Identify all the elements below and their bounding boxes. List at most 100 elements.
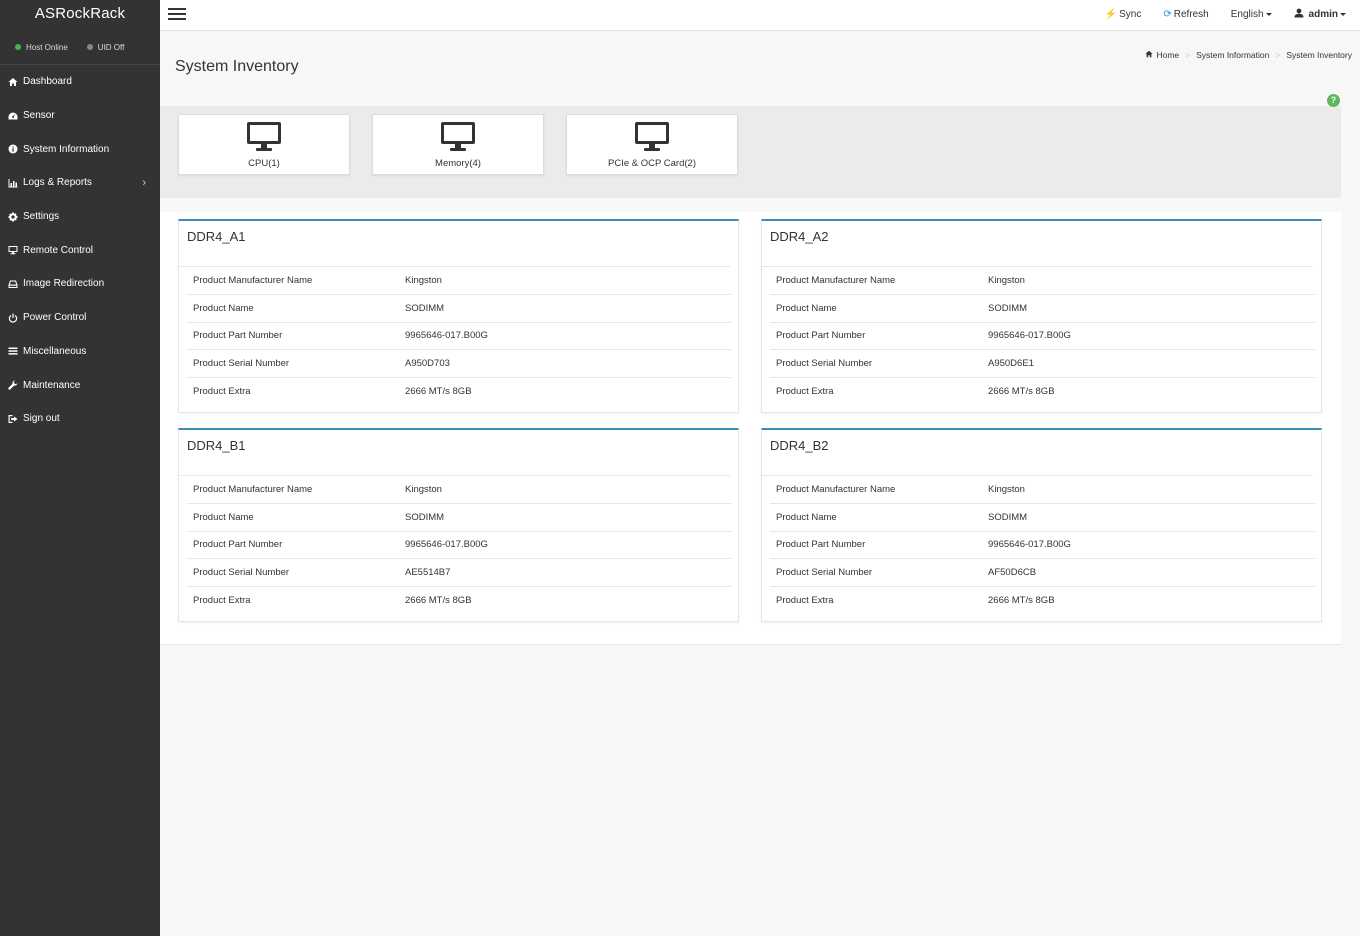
table-row: Product Name SODIMM <box>187 294 732 323</box>
table-row: Product Part Number 9965646-017.B00G <box>770 322 1315 351</box>
table-row: Product Extra 2666 MT/s 8GB <box>770 377 1315 405</box>
breadcrumb-system-information[interactable]: System Information <box>1196 50 1269 60</box>
host-status-dot-icon <box>15 44 21 50</box>
sidebar-item-miscellaneous[interactable]: Miscellaneous <box>0 335 160 369</box>
tile-cpu[interactable]: CPU(1) <box>178 114 350 175</box>
monitor-icon <box>179 121 349 156</box>
row-value: 9965646-017.B00G <box>405 322 732 351</box>
panel-title: DDR4_B2 <box>762 430 1313 476</box>
refresh-button[interactable]: ⟳ Refresh <box>1163 9 1208 20</box>
wrench-icon <box>7 379 19 391</box>
row-key: Product Part Number <box>187 531 405 560</box>
breadcrumb-current: System Inventory <box>1286 50 1352 60</box>
sidebar-item-label: Sign out <box>23 413 60 425</box>
row-key: Product Manufacturer Name <box>187 476 405 505</box>
breadcrumb-separator: > <box>1275 50 1281 60</box>
sign-out-icon <box>7 413 19 425</box>
row-value: Kingston <box>988 476 1315 505</box>
tile-label: PCIe & OCP Card(2) <box>608 158 696 169</box>
sidebar-item-remote-control[interactable]: Remote Control <box>0 233 160 267</box>
row-key: Product Serial Number <box>187 349 405 378</box>
table-row: Product Extra 2666 MT/s 8GB <box>770 586 1315 614</box>
sidebar-item-sensor[interactable]: Sensor <box>0 99 160 133</box>
tile-memory[interactable]: Memory(4) <box>372 114 544 175</box>
help-icon[interactable]: ? <box>1327 94 1340 107</box>
row-value: 2666 MT/s 8GB <box>405 385 472 397</box>
desktop-icon <box>7 244 19 256</box>
row-value: Kingston <box>405 267 732 296</box>
sidebar-item-logs-reports[interactable]: Logs & Reports › <box>0 166 160 200</box>
topbar: ⚡ Sync ⟳ Refresh English admin <box>160 0 1360 31</box>
sidebar-item-image-redirection[interactable]: Image Redirection <box>0 267 160 301</box>
panel-title: DDR4_A1 <box>179 221 730 267</box>
row-value: AF50D6CB <box>988 558 1315 587</box>
row-value: A950D6E1 <box>988 349 1315 378</box>
table-row: Product Part Number 9965646-017.B00G <box>770 531 1315 560</box>
table-row: Product Serial Number AE5514B7 <box>187 558 732 587</box>
row-key: Product Name <box>770 294 988 323</box>
row-key: Product Manufacturer Name <box>187 267 405 296</box>
table-row: Product Name SODIMM <box>187 503 732 532</box>
home-icon <box>1145 50 1156 60</box>
details-table: Product Manufacturer Name Kingston Produc… <box>770 476 1315 614</box>
sidebar: ASRockRack Host Online UID Off Dashboard… <box>0 0 160 936</box>
menu-toggle-icon[interactable] <box>168 6 186 22</box>
sidebar-item-sign-out[interactable]: Sign out <box>0 402 160 436</box>
bar-chart-icon <box>7 177 19 189</box>
uid-status-label: UID Off <box>97 42 125 52</box>
table-row: Product Extra 2666 MT/s 8GB <box>187 377 732 405</box>
table-row: Product Manufacturer Name Kingston <box>187 476 732 505</box>
sidebar-item-label: Maintenance <box>23 379 81 391</box>
row-key: Product Part Number <box>770 531 988 560</box>
language-dropdown[interactable]: English <box>1231 9 1272 20</box>
row-key: Product Serial Number <box>770 349 988 378</box>
sync-icon: ⚡ <box>1104 8 1118 20</box>
table-row: Product Name SODIMM <box>770 294 1315 323</box>
language-label: English <box>1230 8 1264 20</box>
topbar-actions: ⚡ Sync ⟳ Refresh English admin <box>1083 0 1346 28</box>
details-table: Product Manufacturer Name Kingston Produc… <box>187 267 732 405</box>
row-value: 9965646-017.B00G <box>988 531 1315 560</box>
row-value: 9965646-017.B00G <box>988 322 1315 351</box>
sidebar-item-label: Sensor <box>23 110 55 122</box>
table-row: Product Part Number 9965646-017.B00G <box>187 531 732 560</box>
breadcrumb-home[interactable]: Home <box>1156 50 1179 60</box>
tile-label: Memory(4) <box>435 158 481 169</box>
table-row: Product Manufacturer Name Kingston <box>187 267 732 296</box>
sidebar-item-settings[interactable]: Settings <box>0 200 160 234</box>
user-menu[interactable]: admin <box>1294 8 1346 21</box>
row-key: Product Serial Number <box>187 558 405 587</box>
row-value: Kingston <box>405 476 732 505</box>
sidebar-item-label: Miscellaneous <box>23 345 87 357</box>
sidebar-item-maintenance[interactable]: Maintenance <box>0 368 160 402</box>
refresh-label: Refresh <box>1173 8 1209 20</box>
sync-button[interactable]: ⚡ Sync <box>1105 9 1142 20</box>
sidebar-item-label: Image Redirection <box>23 278 105 290</box>
tile-pcie-ocp[interactable]: PCIe & OCP Card(2) <box>566 114 738 175</box>
row-key: Product Name <box>770 503 988 532</box>
table-row: Product Manufacturer Name Kingston <box>770 476 1315 505</box>
row-value: 9965646-017.B00G <box>405 531 732 560</box>
sidebar-item-label: System Information <box>23 143 110 155</box>
row-value: SODIMM <box>405 503 732 532</box>
sidebar-item-label: Dashboard <box>23 76 72 88</box>
row-key: Product Extra <box>193 385 251 397</box>
table-row: Product Serial Number A950D6E1 <box>770 349 1315 378</box>
details-table: Product Manufacturer Name Kingston Produc… <box>187 476 732 614</box>
inventory-tiles: CPU(1) Memory(4) PCIe & OCP Card(2) <box>160 106 1341 198</box>
sidebar-item-dashboard[interactable]: Dashboard <box>0 65 160 99</box>
sidebar-item-label: Power Control <box>23 312 87 324</box>
row-value: 2666 MT/s 8GB <box>988 385 1055 397</box>
sidebar-nav: Dashboard Sensor System Information Logs… <box>0 65 160 436</box>
user-icon <box>1294 8 1309 21</box>
row-value: SODIMM <box>988 503 1315 532</box>
memory-panel-ddr4-b2: DDR4_B2 Product Manufacturer Name Kingsto… <box>761 428 1322 622</box>
panel-title: DDR4_B1 <box>179 430 730 476</box>
table-row: Product Manufacturer Name Kingston <box>770 267 1315 296</box>
row-value: SODIMM <box>405 294 732 323</box>
power-icon <box>7 312 19 324</box>
refresh-icon: ⟳ <box>1163 8 1172 20</box>
sidebar-item-system-information[interactable]: System Information <box>0 132 160 166</box>
table-row: Product Name SODIMM <box>770 503 1315 532</box>
sidebar-item-power-control[interactable]: Power Control <box>0 301 160 335</box>
